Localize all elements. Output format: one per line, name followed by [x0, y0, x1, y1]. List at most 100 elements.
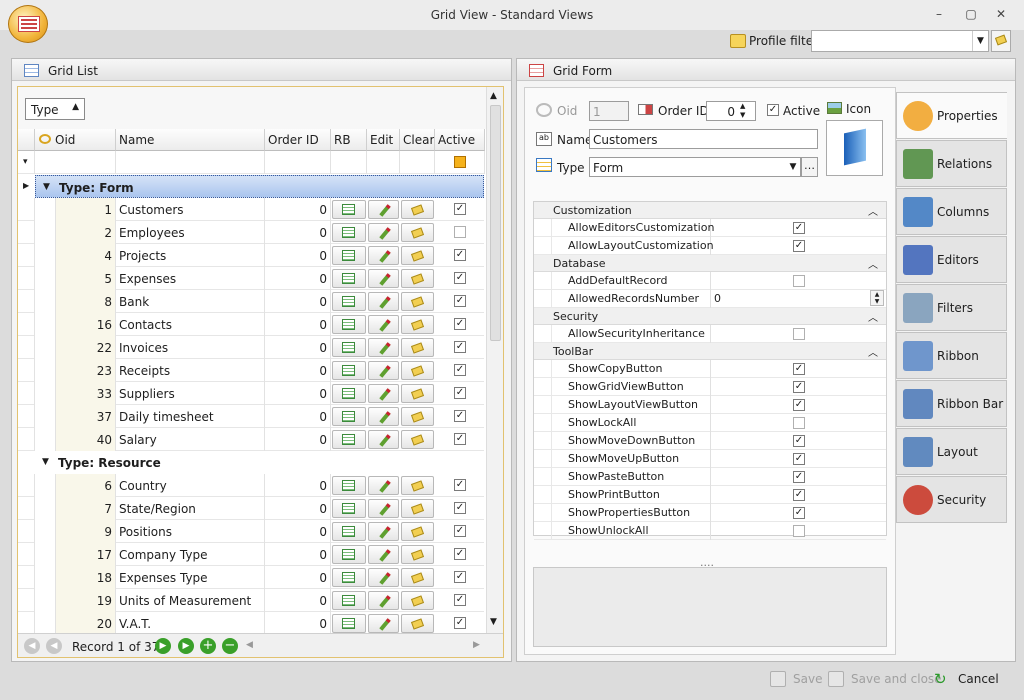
active-checkbox[interactable]: ✓ — [454, 571, 466, 583]
property-row[interactable]: AllowLayoutCustomization ✓ — [534, 237, 886, 255]
active-checkbox[interactable]: ✓ — [454, 387, 466, 399]
property-checkbox[interactable]: ✓ — [793, 222, 805, 234]
active-checkbox[interactable]: ✓ — [454, 410, 466, 422]
table-row[interactable]: 4 Projects 0 ✓ — [18, 244, 484, 267]
clear-button[interactable] — [401, 430, 434, 449]
scroll-right-icon[interactable]: ▶ — [473, 640, 480, 650]
table-row[interactable]: 16 Contacts 0 ✓ — [18, 313, 484, 336]
property-value[interactable]: 0 ▲ ▼ — [712, 290, 886, 308]
group-row[interactable]: ▼ Type: Form — [35, 175, 484, 198]
clear-button[interactable] — [401, 269, 434, 288]
edit-button[interactable] — [368, 568, 399, 587]
name-cell[interactable]: State/Region — [116, 497, 265, 520]
name-cell[interactable]: Salary — [116, 428, 265, 451]
active-filter-checkbox[interactable] — [454, 156, 466, 168]
edit-button[interactable] — [368, 545, 399, 564]
table-row[interactable]: 37 Daily timesheet 0 ✓ — [18, 405, 484, 428]
active-checkbox[interactable]: ✓ — [454, 318, 466, 330]
clear-button[interactable] — [401, 338, 434, 357]
property-row[interactable]: AllowEditorsCustomization ✓ — [534, 219, 886, 237]
rb-button[interactable] — [332, 522, 366, 541]
filter-cell[interactable] — [265, 151, 331, 174]
rb-button[interactable] — [332, 223, 366, 242]
active-checkbox[interactable]: ✓ — [454, 364, 466, 376]
name-cell[interactable]: Employees — [116, 221, 265, 244]
collapse-icon[interactable]: ▼ — [42, 457, 49, 467]
name-cell[interactable]: V.A.T. — [116, 612, 265, 633]
active-checkbox[interactable]: ✓ — [454, 594, 466, 606]
name-cell[interactable]: Units of Measurement — [116, 589, 265, 612]
collapse-icon[interactable]: ︿ — [868, 203, 878, 218]
rb-button[interactable] — [332, 407, 366, 426]
order-id-field[interactable]: 0 — [706, 101, 756, 121]
table-row[interactable]: 19 Units of Measurement 0 ✓ — [18, 589, 484, 612]
property-row[interactable]: ShowLayoutViewButton ✓ — [534, 396, 886, 414]
rb-button[interactable] — [332, 338, 366, 357]
property-checkbox[interactable]: ✓ — [793, 435, 805, 447]
name-cell[interactable]: Expenses — [116, 267, 265, 290]
property-checkbox[interactable]: ✓ — [793, 507, 805, 519]
table-row[interactable]: 6 Country 0 ✓ — [18, 474, 484, 497]
property-row[interactable]: ShowCopyButton ✓ — [534, 360, 886, 378]
name-cell[interactable]: Daily timesheet — [116, 405, 265, 428]
active-checkbox[interactable]: ✓ — [454, 433, 466, 445]
profile-filter-combo[interactable]: ▼ — [811, 30, 989, 52]
clear-button[interactable] — [401, 614, 434, 633]
clear-button[interactable] — [401, 200, 434, 219]
name-cell[interactable]: Projects — [116, 244, 265, 267]
collapse-icon[interactable]: ︿ — [868, 309, 878, 324]
property-category[interactable]: Security ︿ — [534, 308, 886, 325]
rb-button[interactable] — [332, 292, 366, 311]
rb-button[interactable] — [332, 200, 366, 219]
name-cell[interactable]: Positions — [116, 520, 265, 543]
rb-button[interactable] — [332, 568, 366, 587]
property-category[interactable]: Customization ︿ — [534, 202, 886, 219]
name-cell[interactable]: Country — [116, 474, 265, 497]
property-checkbox[interactable]: ✓ — [793, 363, 805, 375]
property-category[interactable]: Database ︿ — [534, 255, 886, 272]
edit-button[interactable] — [368, 407, 399, 426]
property-row[interactable]: ShowPropertiesButton ✓ — [534, 504, 886, 522]
remove-record-icon[interactable]: − — [222, 638, 238, 654]
property-row[interactable]: ShowLockAll — [534, 414, 886, 432]
name-cell[interactable]: Company Type — [116, 543, 265, 566]
name-cell[interactable]: Bank — [116, 290, 265, 313]
group-row[interactable]: ▼ Type: Resource — [18, 451, 484, 474]
spinner-icon[interactable]: ▲ ▼ — [870, 290, 884, 306]
clear-button[interactable] — [401, 315, 434, 334]
name-cell[interactable]: Suppliers — [116, 382, 265, 405]
edit-button[interactable] — [368, 269, 399, 288]
property-checkbox[interactable]: ✓ — [793, 381, 805, 393]
property-checkbox[interactable] — [793, 417, 805, 429]
edit-button[interactable] — [368, 430, 399, 449]
property-category[interactable]: ToolBar ︿ — [534, 343, 886, 360]
active-checkbox[interactable]: ✓ — [454, 272, 466, 284]
clear-button[interactable] — [401, 522, 434, 541]
save-button[interactable]: Save — [793, 672, 822, 686]
tab-layout[interactable]: Layout — [896, 428, 1007, 475]
rb-button[interactable] — [332, 269, 366, 288]
column-header-order-id[interactable]: Order ID — [265, 129, 331, 151]
rb-button[interactable] — [332, 430, 366, 449]
edit-button[interactable] — [368, 591, 399, 610]
table-row[interactable]: 8 Bank 0 ✓ — [18, 290, 484, 313]
name-cell[interactable]: Contacts — [116, 313, 265, 336]
edit-button[interactable] — [368, 614, 399, 633]
group-by-type-button[interactable]: Type ▲ — [25, 98, 85, 120]
tab-ribbon-form[interactable]: Ribbon Form — [896, 332, 1007, 410]
scroll-left-icon[interactable]: ◀ — [246, 640, 253, 650]
tab-security[interactable]: Security — [896, 476, 1007, 523]
table-row[interactable]: 23 Receipts 0 ✓ — [18, 359, 484, 382]
tab-relations[interactable]: Relations — [896, 140, 1007, 187]
edit-button[interactable] — [368, 499, 399, 518]
next-record-icon[interactable]: ▶ — [155, 638, 171, 654]
rb-button[interactable] — [332, 499, 366, 518]
close-button[interactable]: ✕ — [992, 6, 1010, 22]
scroll-up-icon[interactable]: ▲ — [490, 91, 497, 101]
clear-button[interactable] — [401, 407, 434, 426]
filter-cell[interactable] — [367, 151, 400, 174]
property-row[interactable]: ShowPasteButton ✓ — [534, 468, 886, 486]
clear-button[interactable] — [401, 499, 434, 518]
property-row[interactable]: ShowPrintButton ✓ — [534, 486, 886, 504]
property-checkbox[interactable] — [793, 328, 805, 340]
